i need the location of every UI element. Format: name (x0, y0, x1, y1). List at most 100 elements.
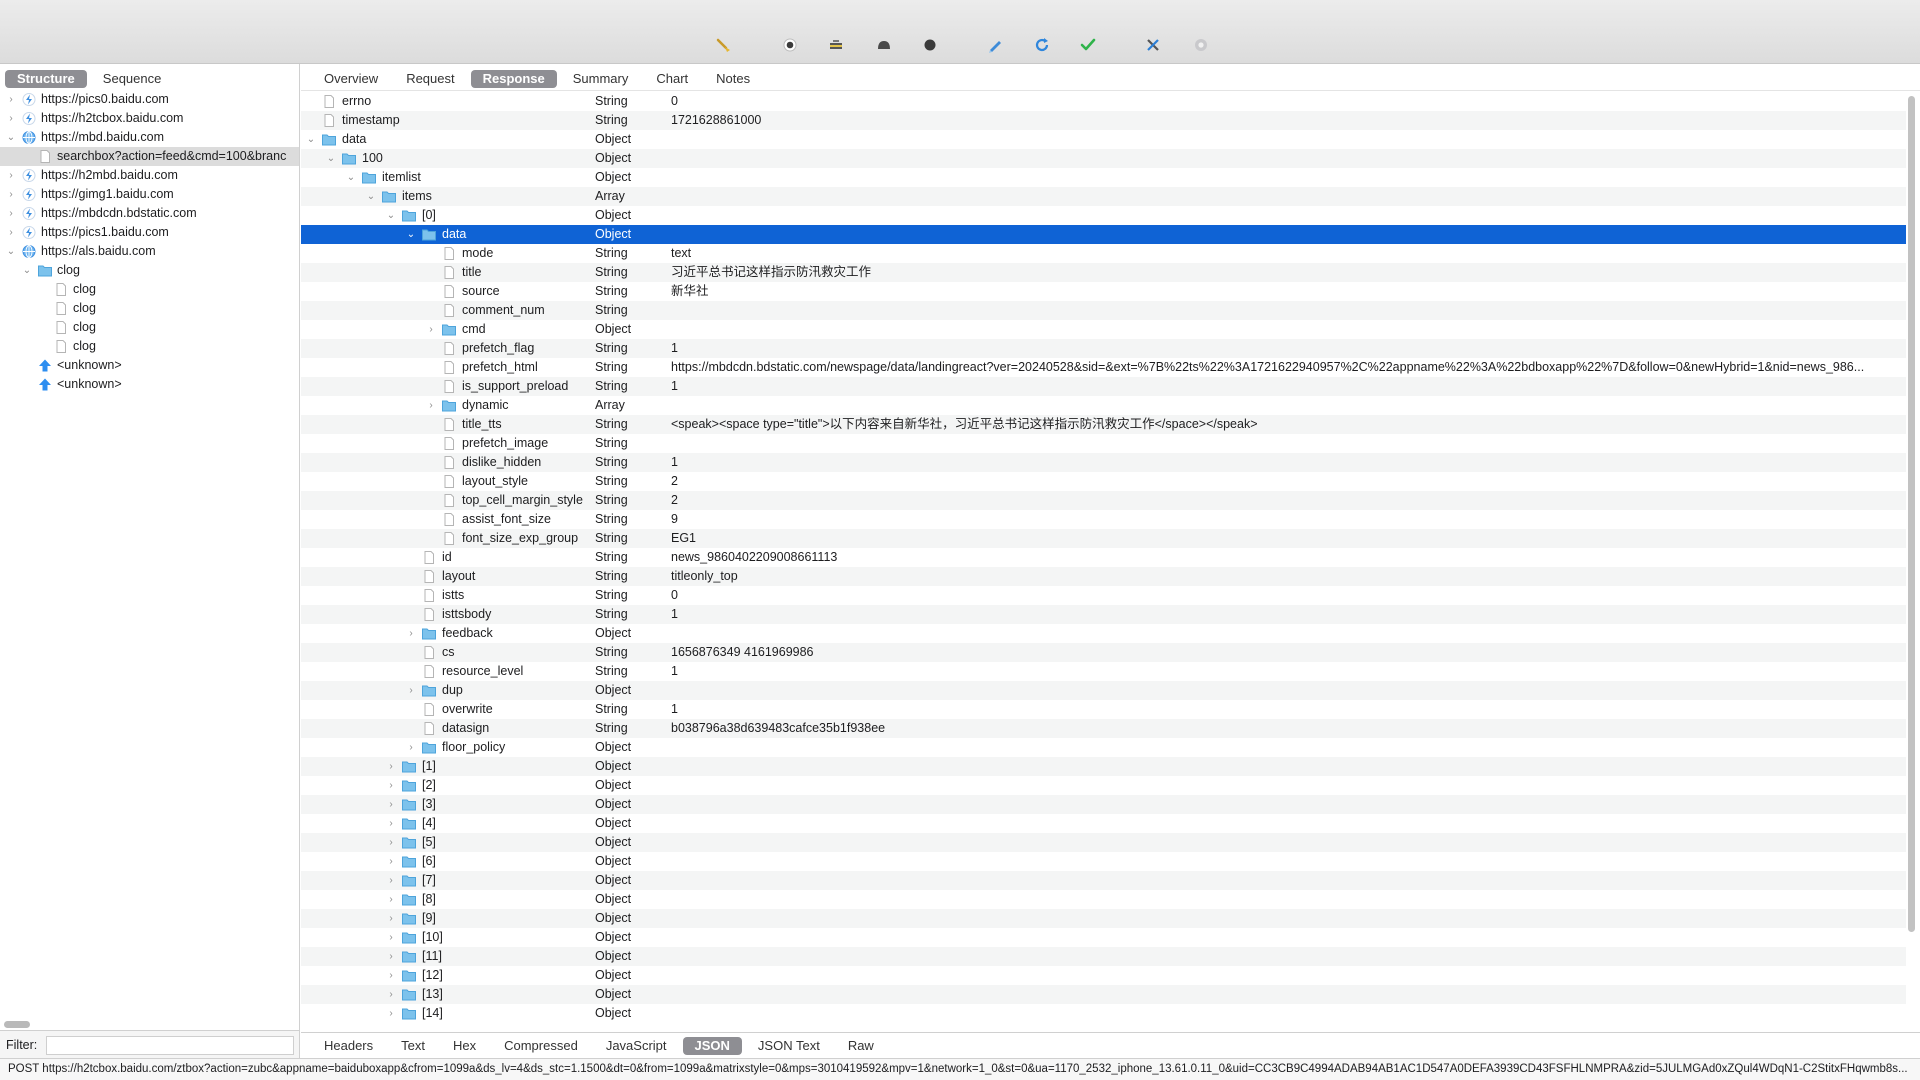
json-row[interactable]: ⌄ items Array (301, 187, 1906, 206)
chevron-down-icon[interactable]: ⌄ (386, 206, 396, 225)
json-row[interactable]: font_size_exp_group String EG1 (301, 529, 1906, 548)
json-row[interactable]: mode String text (301, 244, 1906, 263)
json-row[interactable]: ⌄ [0] Object (301, 206, 1906, 225)
chevron-down-icon[interactable]: ⌄ (346, 168, 356, 187)
chevron-down-icon[interactable]: ⌄ (22, 261, 32, 280)
host-row[interactable]: › https://pics1.baidu.com (0, 223, 299, 242)
json-row[interactable]: › floor_policy Object (301, 738, 1906, 757)
chevron-right-icon[interactable]: › (386, 833, 396, 852)
json-row[interactable]: ⌄ itemlist Object (301, 168, 1906, 187)
chevron-right-icon[interactable]: › (386, 890, 396, 909)
json-row[interactable]: source String 新华社 (301, 282, 1906, 301)
compose-icon[interactable] (984, 34, 1006, 56)
tree-row[interactable]: clog (0, 280, 299, 299)
json-row[interactable]: cs String 1656876349 4161969986 (301, 643, 1906, 662)
json-row[interactable]: › feedback Object (301, 624, 1906, 643)
tab-headers[interactable]: Headers (312, 1037, 385, 1055)
json-row[interactable]: title_tts String <speak><space type="title… (301, 415, 1906, 434)
broom-icon[interactable] (713, 34, 735, 56)
tab-text[interactable]: Text (389, 1037, 437, 1055)
host-row[interactable]: › https://h2tcbox.baidu.com (0, 109, 299, 128)
json-row[interactable]: top_cell_margin_style String 2 (301, 491, 1906, 510)
host-row[interactable]: › https://h2mbd.baidu.com (0, 166, 299, 185)
chevron-down-icon[interactable]: ⌄ (6, 128, 16, 147)
json-row[interactable]: › [6] Object (301, 852, 1906, 871)
record-icon[interactable] (779, 34, 801, 56)
json-row[interactable]: › [12] Object (301, 966, 1906, 985)
throttle-icon[interactable] (825, 34, 847, 56)
json-row[interactable]: › [4] Object (301, 814, 1906, 833)
json-row[interactable]: prefetch_html String https://mbdcdn.bdstat… (301, 358, 1906, 377)
breakpoint-icon[interactable] (873, 34, 895, 56)
tab-hex[interactable]: Hex (441, 1037, 488, 1055)
tab-json[interactable]: JSON (682, 1037, 742, 1055)
host-row[interactable]: ⌄ https://als.baidu.com (0, 242, 299, 261)
json-row[interactable]: dislike_hidden String 1 (301, 453, 1906, 472)
json-row[interactable]: ⌄ data Object (301, 225, 1906, 244)
tree-row[interactable]: searchbox?action=feed&cmd=100&branc (0, 147, 299, 166)
chevron-down-icon[interactable]: ⌄ (306, 130, 316, 149)
chevron-right-icon[interactable]: › (386, 909, 396, 928)
json-row[interactable]: assist_font_size String 9 (301, 510, 1906, 529)
json-row[interactable]: errno String 0 (301, 92, 1906, 111)
validate-icon[interactable] (1077, 34, 1099, 56)
json-row[interactable]: comment_num String (301, 301, 1906, 320)
json-row[interactable]: › [10] Object (301, 928, 1906, 947)
chevron-right-icon[interactable]: › (6, 90, 16, 109)
chevron-down-icon[interactable]: ⌄ (326, 149, 336, 168)
tree-row[interactable]: <unknown> (0, 356, 299, 375)
tab-response[interactable]: Response (470, 70, 557, 88)
json-row[interactable]: title String 习近平总书记这样指示防汛救灾工作 (301, 263, 1906, 282)
tab-javascript[interactable]: JavaScript (594, 1037, 679, 1055)
tab-structure[interactable]: Structure (5, 70, 87, 88)
json-row[interactable]: isttsbody String 1 (301, 605, 1906, 624)
host-row[interactable]: › https://pics0.baidu.com (0, 90, 299, 109)
chevron-right-icon[interactable]: › (386, 985, 396, 1004)
json-row[interactable]: › dup Object (301, 681, 1906, 700)
json-row[interactable]: prefetch_flag String 1 (301, 339, 1906, 358)
tree-row[interactable]: clog (0, 299, 299, 318)
horizontal-scrollbar[interactable] (4, 1021, 30, 1028)
chevron-right-icon[interactable]: › (6, 185, 16, 204)
chevron-right-icon[interactable]: › (386, 757, 396, 776)
chevron-right-icon[interactable]: › (386, 795, 396, 814)
json-row[interactable]: datasign String b038796a38d639483cafce35b1… (301, 719, 1906, 738)
json-row[interactable]: › [14] Object (301, 1004, 1906, 1023)
chevron-right-icon[interactable]: › (6, 204, 16, 223)
chevron-right-icon[interactable]: › (386, 776, 396, 795)
json-row[interactable]: layout_style String 2 (301, 472, 1906, 491)
json-row[interactable]: › cmd Object (301, 320, 1906, 339)
chevron-right-icon[interactable]: › (386, 928, 396, 947)
json-row[interactable]: › [1] Object (301, 757, 1906, 776)
chevron-right-icon[interactable]: › (386, 1004, 396, 1023)
tab-overview[interactable]: Overview (312, 70, 390, 88)
json-row[interactable]: layout String titleonly_top (301, 567, 1906, 586)
chevron-right-icon[interactable]: › (406, 624, 416, 643)
chevron-right-icon[interactable]: › (6, 223, 16, 242)
tab-chart[interactable]: Chart (644, 70, 700, 88)
json-row[interactable]: id String news_9860402209008661113 (301, 548, 1906, 567)
settings-icon[interactable] (1190, 34, 1212, 56)
json-row[interactable]: › [7] Object (301, 871, 1906, 890)
tree-row[interactable]: clog (0, 337, 299, 356)
host-row[interactable]: ⌄ https://mbd.baidu.com (0, 128, 299, 147)
json-row[interactable]: › [8] Object (301, 890, 1906, 909)
chevron-down-icon[interactable]: ⌄ (6, 242, 16, 261)
chevron-down-icon[interactable]: ⌄ (406, 225, 416, 244)
chevron-down-icon[interactable]: ⌄ (366, 187, 376, 206)
tab-raw[interactable]: Raw (836, 1037, 886, 1055)
tab-notes[interactable]: Notes (704, 70, 762, 88)
json-row[interactable]: timestamp String 1721628861000 (301, 111, 1906, 130)
tab-compressed[interactable]: Compressed (492, 1037, 590, 1055)
chevron-right-icon[interactable]: › (386, 852, 396, 871)
chevron-right-icon[interactable]: › (6, 109, 16, 128)
json-row[interactable]: › dynamic Array (301, 396, 1906, 415)
json-row[interactable]: ⌄ data Object (301, 130, 1906, 149)
json-row[interactable]: › [5] Object (301, 833, 1906, 852)
host-row[interactable]: › https://gimg1.baidu.com (0, 185, 299, 204)
chevron-right-icon[interactable]: › (386, 966, 396, 985)
refresh-icon[interactable] (1031, 34, 1053, 56)
chevron-right-icon[interactable]: › (386, 814, 396, 833)
json-row[interactable]: is_support_preload String 1 (301, 377, 1906, 396)
vertical-scrollbar[interactable] (1908, 96, 1915, 932)
